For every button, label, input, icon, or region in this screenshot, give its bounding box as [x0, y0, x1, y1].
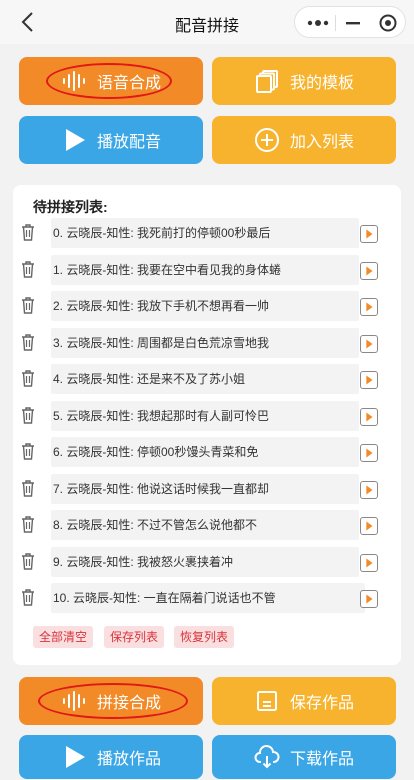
my-templates-label: 我的模板 — [289, 75, 354, 92]
play-item-icon[interactable] — [360, 298, 378, 316]
my-templates-button[interactable]: 我的模板 — [212, 57, 396, 105]
list-item: 5. 云晓辰-知性: 我想起那时有人副可怜巴 — [13, 400, 401, 431]
play-dub-button[interactable]: 播放配音 — [19, 116, 203, 164]
list-item-text: 4. 云晓辰-知性: 还是来不及了苏小姐 — [51, 364, 359, 394]
capsule-divider — [335, 15, 336, 31]
download-work-label: 下载作品 — [289, 751, 354, 768]
trash-icon[interactable] — [20, 588, 36, 606]
list-item-text: 6. 云晓辰-知性: 停顿00秒馒头青菜和免 — [51, 437, 359, 467]
list-item: 7. 云晓辰-知性: 他说这话时候我一直都却 — [13, 473, 401, 504]
trash-icon[interactable] — [20, 296, 36, 314]
trash-icon[interactable] — [20, 223, 36, 241]
trash-icon[interactable] — [20, 333, 36, 351]
plus-circle-icon — [254, 128, 279, 152]
play-item-icon[interactable] — [360, 590, 378, 608]
download-work-button[interactable]: 下载作品 — [212, 735, 396, 779]
list-item-text: 2. 云晓辰-知性: 我放下手机不想再看一帅 — [51, 291, 359, 321]
nav-bar: 配音拼接 — [0, 0, 414, 44]
trash-icon[interactable] — [20, 260, 36, 278]
list-item: 0. 云晓辰-知性: 我死前打的停顿00秒最后 — [13, 218, 401, 248]
list-item: 10. 云晓辰-知性: 一直在隔着门说话也不管 — [13, 583, 401, 613]
save-work-button[interactable]: 保存作品 — [212, 677, 396, 725]
save-disk-icon — [256, 691, 277, 711]
annotation-circle — [46, 63, 172, 99]
play-item-icon[interactable] — [360, 407, 378, 426]
list-item: 3. 云晓辰-知性: 周围都是白色荒凉雪地我 — [13, 327, 401, 358]
mini-program-capsule — [294, 6, 406, 38]
restore-list-button[interactable]: 恢复列表 — [174, 626, 235, 648]
play-item-icon[interactable] — [360, 334, 378, 353]
list-item: 2. 云晓辰-知性: 我放下手机不想再看一帅 — [13, 291, 401, 321]
list-item-text: 1. 云晓辰-知性: 我要在空中看见我的身体蜷 — [51, 254, 359, 285]
play-work-button[interactable]: 播放作品 — [19, 735, 203, 779]
list-item-text: 7. 云晓辰-知性: 他说这话时候我一直都却 — [51, 473, 359, 504]
list-item-text: 9. 云晓辰-知性: 我被怒火裹挟着冲 — [51, 546, 359, 577]
play-dub-label: 播放配音 — [96, 134, 161, 151]
splice-list-panel: 待拼接列表: 0. 云晓辰-知性: 我死前打的停顿00秒最后 1. 云晓辰-知性:… — [13, 185, 401, 665]
play-item-icon[interactable] — [360, 480, 378, 499]
play-icon — [65, 129, 85, 151]
add-to-list-label: 加入列表 — [289, 134, 354, 151]
list-item-text: 3. 云晓辰-知性: 周围都是白色荒凉雪地我 — [51, 327, 359, 358]
trash-icon[interactable] — [20, 552, 36, 570]
trash-icon[interactable] — [20, 442, 36, 460]
trash-icon[interactable] — [20, 369, 36, 387]
list-item: 8. 云晓辰-知性: 不过不管怎么说他都不 — [13, 510, 401, 540]
play-item-icon[interactable] — [360, 225, 378, 243]
list-item: 4. 云晓辰-知性: 还是来不及了苏小姐 — [13, 364, 401, 394]
play-work-label: 播放作品 — [96, 751, 161, 768]
close-target-icon[interactable] — [378, 13, 398, 33]
minimize-icon[interactable] — [345, 15, 361, 31]
play-item-icon[interactable] — [360, 444, 378, 462]
clear-all-button[interactable]: 全部清空 — [33, 626, 94, 648]
trash-icon[interactable] — [20, 479, 36, 497]
list-item: 1. 云晓辰-知性: 我要在空中看见我的身体蜷 — [13, 254, 401, 285]
play-item-icon[interactable] — [360, 517, 378, 535]
list-item-text: 10. 云晓辰-知性: 一直在隔着门说话也不管 — [51, 583, 365, 613]
play-item-icon[interactable] — [360, 261, 378, 280]
cloud-download-icon — [254, 745, 280, 769]
list-item-text: 0. 云晓辰-知性: 我死前打的停顿00秒最后 — [51, 218, 359, 248]
trash-icon[interactable] — [20, 406, 36, 424]
more-dots-icon[interactable] — [307, 16, 329, 30]
list-item-text: 5. 云晓辰-知性: 我想起那时有人副可怜巴 — [51, 400, 359, 431]
annotation-circle — [38, 683, 188, 719]
play-icon — [65, 746, 85, 768]
play-item-icon[interactable] — [360, 553, 378, 572]
list-item-text: 8. 云晓辰-知性: 不过不管怎么说他都不 — [51, 510, 359, 540]
add-to-list-button[interactable]: 加入列表 — [212, 116, 396, 164]
list-heading: 待拼接列表: — [33, 199, 108, 215]
play-item-icon[interactable] — [360, 371, 378, 389]
stacked-pages-icon — [255, 70, 278, 93]
trash-icon[interactable] — [20, 515, 36, 533]
save-list-button[interactable]: 保存列表 — [104, 626, 165, 648]
list-item: 6. 云晓辰-知性: 停顿00秒馒头青菜和免 — [13, 437, 401, 467]
save-work-label: 保存作品 — [289, 695, 354, 712]
list-item: 9. 云晓辰-知性: 我被怒火裹挟着冲 — [13, 546, 401, 577]
